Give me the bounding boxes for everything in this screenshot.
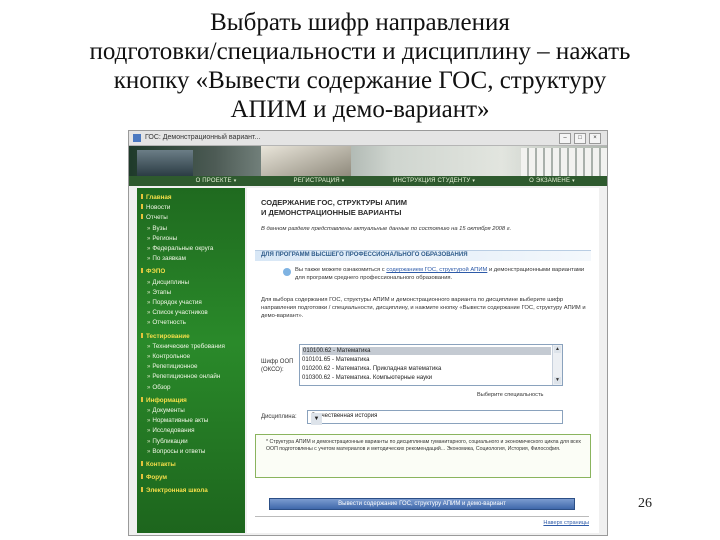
- specialty-option[interactable]: 010200.62 - Математика. Прикладная матем…: [302, 365, 441, 373]
- sidebar-item[interactable]: Отчетность: [147, 319, 186, 327]
- sidebar-item[interactable]: Нормативные акты: [147, 417, 208, 425]
- discipline-select[interactable]: Отечественная история ▼: [307, 410, 563, 425]
- sidebar-item[interactable]: Порядок участия: [147, 299, 201, 307]
- listbox-hint: Выберите специальность: [477, 392, 544, 398]
- scroll-up-icon[interactable]: ▲: [554, 346, 561, 353]
- intro-prefix: Вы также можете ознакомиться с: [295, 267, 387, 273]
- nav-item-registration[interactable]: РЕГИСТРАЦИЯ: [279, 176, 359, 186]
- sidebar-item[interactable]: Контакты: [141, 461, 176, 469]
- sidebar-item[interactable]: Регионы: [147, 235, 177, 243]
- instructions-text: Для выбора содержания ГОС, структуры АПИ…: [261, 297, 586, 319]
- browser-icon: [133, 134, 141, 142]
- divider: [255, 516, 589, 517]
- specialty-option[interactable]: 010101.65 - Математика: [302, 356, 370, 364]
- main-content: СОДЕРЖАНИЕ ГОС, СТРУКТУРЫ АПИМ И ДЕМОНСТ…: [247, 188, 599, 533]
- section-band-title: ДЛЯ ПРОГРАММ ВЫСШЕГО ПРОФЕССИОНАЛЬНОГО О…: [261, 252, 468, 258]
- window-title: ГОС: Демонстрационный вариант...: [145, 134, 261, 141]
- banner-photo: [521, 148, 607, 176]
- sidebar-item[interactable]: Технические требования: [147, 343, 225, 351]
- slide-title-line: подготовки/специальности и дисциплину – …: [89, 38, 631, 65]
- sidebar-item[interactable]: Главная: [141, 194, 172, 202]
- spo-link[interactable]: содержанием ГОС, структурой АПИМ: [386, 267, 487, 273]
- sidebar-item[interactable]: Форум: [141, 474, 167, 482]
- minimize-button[interactable]: –: [559, 133, 571, 144]
- sidebar-item[interactable]: Вопросы и ответы: [147, 448, 205, 456]
- sidebar-item[interactable]: Тестирование: [141, 333, 190, 341]
- sidebar-item[interactable]: Вузы: [147, 225, 167, 233]
- back-to-top-link[interactable]: Наверх страницы: [543, 520, 589, 526]
- sidebar-item[interactable]: По заявкам: [147, 255, 186, 263]
- show-content-button[interactable]: Вывести содержание ГОС, структуру АПИМ и…: [269, 498, 575, 510]
- sidebar-item[interactable]: Публикации: [147, 438, 187, 446]
- discipline-label: Дисциплина:: [261, 414, 297, 420]
- slide-title: Выбрать шифр направления подготовки/спец…: [20, 8, 700, 124]
- specialty-listbox[interactable]: 010100.62 - Математика 010101.65 - Матем…: [299, 344, 563, 386]
- nav-item-about[interactable]: О ПРОЕКТЕ: [181, 176, 251, 186]
- sidebar-item[interactable]: Контрольное: [147, 353, 190, 361]
- info-text: * Структура АПИМ и демонстрационные вари…: [266, 439, 581, 452]
- nav-item-student-guide[interactable]: ИНСТРУКЦИЯ СТУДЕНТУ: [379, 176, 489, 186]
- sidebar: Главная Новости Отчеты Вузы Регионы Федеральн…: [137, 188, 245, 533]
- sidebar-item[interactable]: Электронная школа: [141, 487, 208, 495]
- update-note: В данном разделе представлены актуальные…: [261, 226, 512, 232]
- page-number: 26: [638, 496, 652, 511]
- slide-title-line: Выбрать шифр направления: [210, 9, 510, 36]
- sidebar-item[interactable]: Новости: [141, 204, 170, 212]
- chevron-down-icon[interactable]: ▼: [311, 413, 322, 425]
- top-nav: О ПРОЕКТЕ РЕГИСТРАЦИЯ ИНСТРУКЦИЯ СТУДЕНТ…: [129, 176, 607, 186]
- info-box: * Структура АПИМ и демонстрационные вари…: [255, 434, 591, 478]
- nav-item-exam[interactable]: О ЭКЗАМЕНЕ: [507, 176, 597, 186]
- banner-photo: [137, 150, 193, 176]
- maximize-button[interactable]: □: [574, 133, 586, 144]
- sidebar-item[interactable]: Дисциплины: [147, 279, 189, 287]
- sidebar-item[interactable]: Документы: [147, 407, 184, 415]
- specialty-option[interactable]: 010100.62 - Математика: [302, 347, 551, 355]
- sidebar-item[interactable]: Информация: [141, 397, 187, 405]
- slide-title-line: кнопку «Вывести содержание ГОС, структур…: [113, 67, 607, 94]
- sidebar-item[interactable]: Репетиционное онлайн: [147, 373, 220, 381]
- sidebar-item[interactable]: ФЭПО: [141, 268, 165, 276]
- sidebar-item[interactable]: Список участников: [147, 309, 207, 317]
- specialty-option[interactable]: 010300.62 - Математика. Компьютерные нау…: [302, 374, 432, 382]
- scroll-down-icon[interactable]: ▼: [554, 377, 561, 384]
- sidebar-item[interactable]: Репетиционное: [147, 363, 197, 371]
- banner-photo: [261, 146, 351, 176]
- page-heading: СОДЕРЖАНИЕ ГОС, СТРУКТУРЫ АПИМ И ДЕМОНСТ…: [261, 198, 408, 217]
- section-band: ДЛЯ ПРОГРАММ ВЫСШЕГО ПРОФЕССИОНАЛЬНОГО О…: [255, 250, 591, 261]
- intro-text: Вы также можете ознакомиться с содержани…: [295, 266, 585, 282]
- code-label: Шифр ООП (ОКСО):: [261, 359, 294, 373]
- sidebar-item[interactable]: Этапы: [147, 289, 171, 297]
- sidebar-item[interactable]: Исследования: [147, 427, 194, 435]
- info-icon: [283, 268, 291, 276]
- sidebar-item[interactable]: Обзор: [147, 384, 170, 392]
- window-titlebar: ГОС: Демонстрационный вариант... – □ ×: [129, 131, 607, 146]
- sidebar-item[interactable]: Отчеты: [141, 214, 168, 222]
- listbox-scrollbar[interactable]: ▲ ▼: [552, 345, 562, 385]
- close-button[interactable]: ×: [589, 133, 601, 144]
- sidebar-item[interactable]: Федеральные округа: [147, 245, 213, 253]
- site-banner: [129, 146, 607, 176]
- slide-title-line: АПИМ и демо-вариант»: [230, 96, 490, 123]
- browser-screenshot: ГОС: Демонстрационный вариант... – □ × О…: [128, 130, 608, 536]
